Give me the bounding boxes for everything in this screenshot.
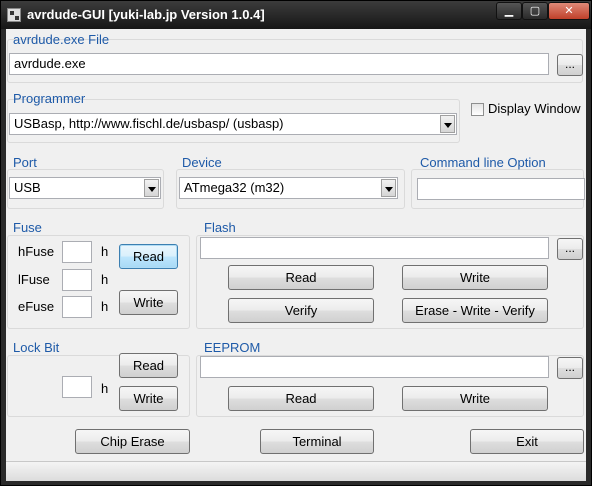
efuse-unit: h <box>101 299 109 314</box>
display-window-checkbox[interactable] <box>471 103 484 116</box>
eeprom-browse-button[interactable]: ... <box>557 357 583 379</box>
flash-erase-write-verify-button[interactable]: Erase - Write - Verify <box>402 298 548 323</box>
window-title: avrdude-GUI [yuki-lab.jp Version 1.0.4] <box>27 7 265 22</box>
app-window: avrdude-GUI [yuki-lab.jp Version 1.0.4] … <box>0 0 592 486</box>
client-area: avrdude.exe File avrdude.exe ... Program… <box>6 29 586 481</box>
close-icon: ✕ <box>564 5 574 17</box>
port-legend: Port <box>13 155 37 170</box>
flash-read-button[interactable]: Read <box>228 265 374 290</box>
efuse-input[interactable] <box>62 296 92 318</box>
lock-bit-legend: Lock Bit <box>13 340 60 355</box>
port-select[interactable]: USB <box>9 177 161 199</box>
close-button[interactable]: ✕ <box>548 2 590 20</box>
title-bar[interactable]: avrdude-GUI [yuki-lab.jp Version 1.0.4] … <box>1 1 591 29</box>
minimize-icon: ▁ <box>504 5 514 17</box>
device-legend: Device <box>182 155 222 170</box>
lfuse-input[interactable] <box>62 269 92 291</box>
hfuse-input[interactable] <box>62 241 92 263</box>
avrdude-file-legend: avrdude.exe File <box>13 32 110 47</box>
hfuse-unit: h <box>101 244 109 259</box>
exit-button[interactable]: Exit <box>470 429 584 454</box>
eeprom-write-button[interactable]: Write <box>402 386 548 411</box>
hfuse-label: hFuse <box>18 244 55 259</box>
lfuse-unit: h <box>101 272 109 287</box>
chip-erase-button[interactable]: Chip Erase <box>75 429 190 454</box>
programmer-legend: Programmer <box>13 91 86 106</box>
lock-bit-input[interactable] <box>62 376 92 398</box>
eeprom-legend: EEPROM <box>204 340 261 355</box>
display-window-label[interactable]: Display Window <box>488 101 580 116</box>
flash-legend: Flash <box>204 220 236 235</box>
flash-verify-button[interactable]: Verify <box>228 298 374 323</box>
maximize-button[interactable]: ▢ <box>522 2 548 20</box>
status-bar <box>6 461 586 481</box>
efuse-label: eFuse <box>18 299 55 314</box>
programmer-selected-value: USBasp, http://www.fischl.de/usbasp/ (us… <box>14 116 284 131</box>
maximize-icon: ▢ <box>529 5 541 17</box>
avrdude-path-input[interactable]: avrdude.exe <box>9 53 549 75</box>
command-line-legend: Command line Option <box>420 155 546 170</box>
lock-bit-write-button[interactable]: Write <box>119 386 178 411</box>
programmer-select[interactable]: USBasp, http://www.fischl.de/usbasp/ (us… <box>9 113 457 135</box>
fuse-legend: Fuse <box>13 220 42 235</box>
chevron-down-icon[interactable] <box>381 179 396 197</box>
flash-file-input[interactable] <box>200 237 549 259</box>
flash-browse-button[interactable]: ... <box>557 238 583 260</box>
app-icon <box>7 8 21 22</box>
command-line-input[interactable] <box>417 178 585 200</box>
fuse-read-button[interactable]: Read <box>119 244 178 269</box>
terminal-button[interactable]: Terminal <box>260 429 374 454</box>
lock-bit-unit: h <box>101 381 109 396</box>
chevron-down-icon[interactable] <box>440 115 455 133</box>
lfuse-label: lFuse <box>18 272 50 287</box>
port-selected-value: USB <box>14 180 41 195</box>
chevron-down-icon[interactable] <box>144 179 159 197</box>
device-select[interactable]: ATmega32 (m32) <box>179 177 398 199</box>
avrdude-browse-button[interactable]: ... <box>557 54 583 76</box>
fuse-write-button[interactable]: Write <box>119 290 178 315</box>
device-selected-value: ATmega32 (m32) <box>184 180 285 195</box>
lock-bit-read-button[interactable]: Read <box>119 353 178 378</box>
eeprom-read-button[interactable]: Read <box>228 386 374 411</box>
eeprom-file-input[interactable] <box>200 356 549 378</box>
flash-write-button[interactable]: Write <box>402 265 548 290</box>
minimize-button[interactable]: ▁ <box>496 2 522 20</box>
